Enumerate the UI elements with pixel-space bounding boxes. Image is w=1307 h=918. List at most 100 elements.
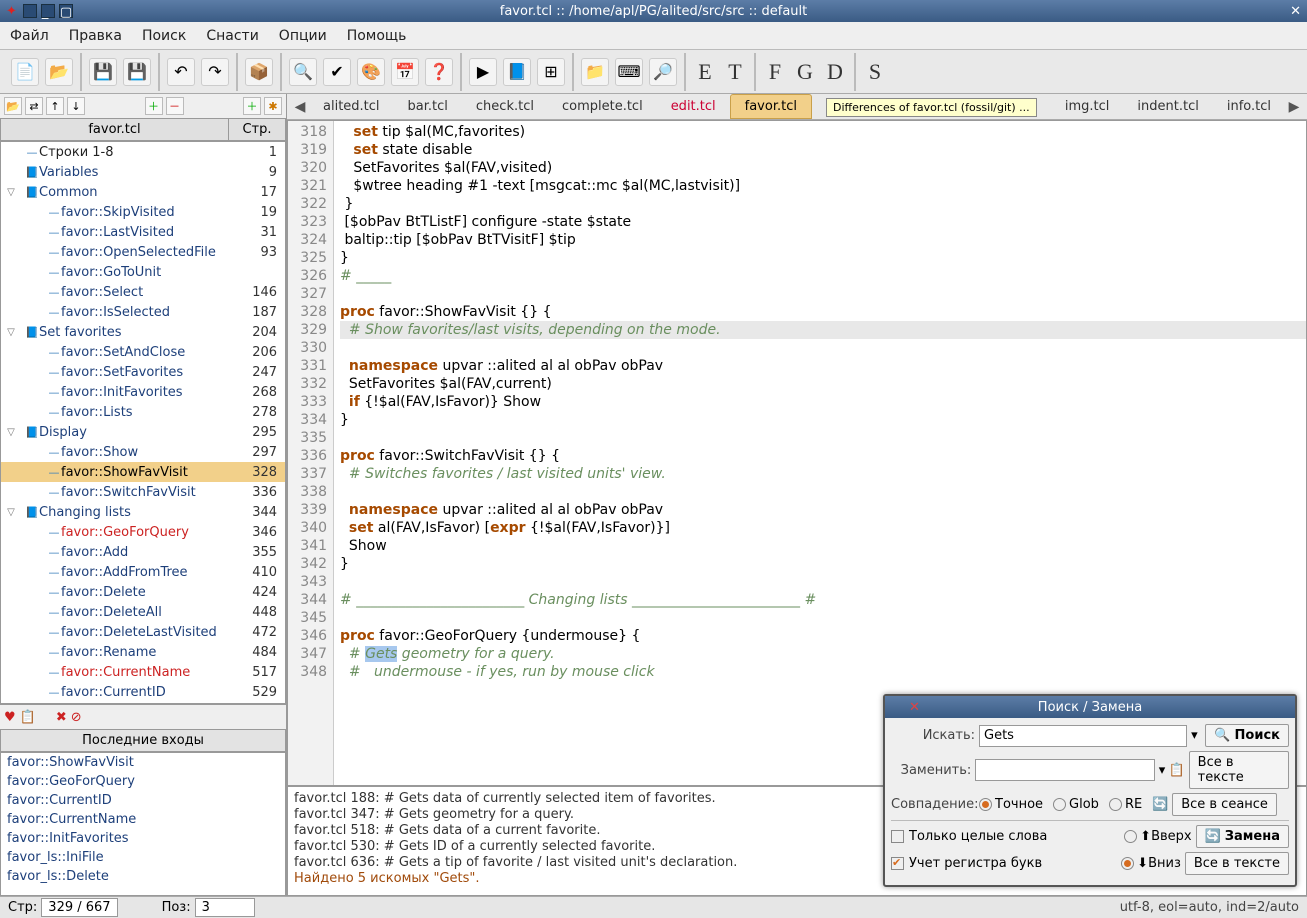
tool-E[interactable]: E	[690, 59, 720, 85]
tree-row[interactable]: —favor::GeoForQuery346	[1, 522, 285, 542]
replace-dropdown-icon[interactable]: ▾	[1155, 763, 1168, 778]
wm-close-button[interactable]: ✕	[1290, 4, 1301, 19]
dir-down-label[interactable]: ⬇Вниз	[1137, 856, 1181, 871]
search-alltext-button[interactable]: Все в тексте	[1189, 751, 1289, 789]
undo-button[interactable]: ↶	[167, 58, 195, 86]
code-area[interactable]: set tip $al(MC,favorites) set state disa…	[334, 121, 1306, 785]
save-all-button[interactable]: 💾	[123, 58, 151, 86]
search-replace-dialog[interactable]: ✕ Поиск / Замена Искать: ▾ 🔍 Поиск Замен…	[883, 694, 1297, 887]
words-only-label[interactable]: Только целые слова	[909, 829, 1124, 844]
doc-button[interactable]: 📘	[503, 58, 531, 86]
tab[interactable]: info.tcl	[1213, 95, 1285, 118]
dir-up-label[interactable]: ⬆Вверх	[1140, 829, 1191, 844]
tree-row[interactable]: ▽📘Display295	[1, 422, 285, 442]
fav-item[interactable]: favor::InitFavorites	[1, 829, 285, 848]
tree-row[interactable]: —favor::Delete424	[1, 582, 285, 602]
tree-header-line[interactable]: Стр.	[229, 119, 285, 140]
tree-row[interactable]: ▽📘Common17	[1, 182, 285, 202]
wm-pin-button[interactable]	[23, 4, 37, 18]
tab[interactable]: indent.tcl	[1123, 95, 1212, 118]
tree-row[interactable]: —favor::GoToUnit	[1, 262, 285, 282]
tree-row[interactable]: —favor::OpenSelectedFile93	[1, 242, 285, 262]
dir-down-radio[interactable]	[1121, 857, 1134, 870]
tree-row[interactable]: —Строки 1-81	[1, 142, 285, 162]
menu-help[interactable]: Помощь	[347, 28, 407, 44]
fav-list[interactable]: favor::ShowFavVisitfavor::GeoForQueryfav…	[0, 752, 286, 896]
calendar-button[interactable]: 📅	[391, 58, 419, 86]
tree-row[interactable]: 📘Variables9	[1, 162, 285, 182]
match-exact-radio[interactable]	[979, 798, 992, 811]
tree-row[interactable]: —favor::LastVisited31	[1, 222, 285, 242]
match-glob-radio[interactable]	[1053, 798, 1066, 811]
zoom-button[interactable]: 🔍	[289, 58, 317, 86]
replace-alltext-button[interactable]: Все в тексте	[1185, 852, 1289, 875]
menu-search[interactable]: Поиск	[142, 28, 186, 44]
tool-D[interactable]: D	[820, 59, 850, 85]
editor[interactable]: 3183193203213223233243253263273283293303…	[287, 120, 1307, 786]
tree-row[interactable]: —favor::DeleteLastVisited472	[1, 622, 285, 642]
tree-expand-icon[interactable]: ＋	[243, 97, 261, 115]
tree-row[interactable]: —favor::Add355	[1, 542, 285, 562]
refresh-icon[interactable]: 🔄	[1152, 797, 1168, 812]
run-button[interactable]: ▶	[469, 58, 497, 86]
words-only-checkbox[interactable]	[891, 830, 904, 843]
tab[interactable]: complete.tcl	[548, 95, 657, 118]
fav-item[interactable]: favor::GeoForQuery	[1, 772, 285, 791]
tool-F[interactable]: F	[760, 59, 790, 85]
fav-item[interactable]: favor::CurrentName	[1, 810, 285, 829]
fav-del2-icon[interactable]: ⊘	[71, 710, 82, 725]
fav-item[interactable]: favor_ls::IniFile	[1, 848, 285, 867]
tree-row[interactable]: —favor::Select146	[1, 282, 285, 302]
tree-row[interactable]: —favor::CurrentName517	[1, 662, 285, 682]
tree-down-icon[interactable]: ↓	[67, 97, 85, 115]
tree-row[interactable]: ▽📘Set favorites204	[1, 322, 285, 342]
tab[interactable]: img.tcl	[1051, 95, 1124, 118]
match-re-radio[interactable]	[1109, 798, 1122, 811]
search-close-icon[interactable]: ✕	[909, 700, 920, 715]
tree-row[interactable]: —favor::SkipVisited19	[1, 202, 285, 222]
folder-button[interactable]: 📁	[581, 58, 609, 86]
tree-collapse-icon[interactable]: ✱	[264, 97, 282, 115]
tab[interactable]: alited.tcl	[309, 95, 394, 118]
tree-add-icon[interactable]: ＋	[145, 97, 163, 115]
tab-scroll-right[interactable]: ▶	[1285, 99, 1303, 115]
palette-button[interactable]: 🎨	[357, 58, 385, 86]
tab[interactable]: favor.tcl	[730, 94, 812, 119]
search-replace-input[interactable]	[975, 759, 1155, 781]
redo-button[interactable]: ↷	[201, 58, 229, 86]
fav-del1-icon[interactable]: ✖	[56, 710, 67, 725]
tree-row[interactable]: —favor::SetFavorites247	[1, 362, 285, 382]
tree-open-icon[interactable]: 📂	[4, 97, 22, 115]
search-dropdown-icon[interactable]: ▾	[1187, 728, 1201, 743]
tree-row[interactable]: —favor::Show297	[1, 442, 285, 462]
unit-tree[interactable]: —Строки 1-81📘Variables9▽📘Common17—favor:…	[0, 141, 286, 704]
find-button[interactable]: 🔎	[649, 58, 677, 86]
tab-scroll-left[interactable]: ◀	[291, 99, 309, 115]
case-checkbox[interactable]	[891, 857, 904, 870]
fav-item[interactable]: favor_ls::Delete	[1, 867, 285, 886]
search-find-button[interactable]: 🔍 Поиск	[1205, 724, 1289, 747]
menu-tools[interactable]: Снасти	[206, 28, 258, 44]
fav-item[interactable]: favor::ShowFavVisit	[1, 753, 285, 772]
tree-row[interactable]: —favor::CurrentID529	[1, 682, 285, 702]
tree-toggle-icon[interactable]: ⇄	[25, 97, 43, 115]
tab[interactable]: check.tcl	[462, 95, 548, 118]
tree-row[interactable]: —favor::SwitchFavVisit336	[1, 482, 285, 502]
search-dialog-title[interactable]: ✕ Поиск / Замена	[885, 696, 1295, 718]
layout-button[interactable]: ⊞	[537, 58, 565, 86]
tree-row[interactable]: —favor::DeleteAll448	[1, 602, 285, 622]
tool-S[interactable]: S	[860, 59, 890, 85]
paste-icon[interactable]: 📋	[1169, 763, 1185, 778]
menu-file[interactable]: Файл	[10, 28, 49, 44]
tab[interactable]: bar.tcl	[394, 95, 462, 118]
fav-item[interactable]: favor::CurrentID	[1, 791, 285, 810]
tree-row[interactable]: —favor::AddFromTree410	[1, 562, 285, 582]
tool-G[interactable]: G	[790, 59, 820, 85]
tree-row[interactable]: ▽📘Changing lists344	[1, 502, 285, 522]
menu-edit[interactable]: Правка	[69, 28, 122, 44]
project-button[interactable]: 📦	[245, 58, 273, 86]
open-file-button[interactable]: 📂	[45, 58, 73, 86]
tool-T[interactable]: T	[720, 59, 750, 85]
fav-list-icon[interactable]: 📋	[20, 710, 36, 725]
tree-row[interactable]: —favor::Lists278	[1, 402, 285, 422]
